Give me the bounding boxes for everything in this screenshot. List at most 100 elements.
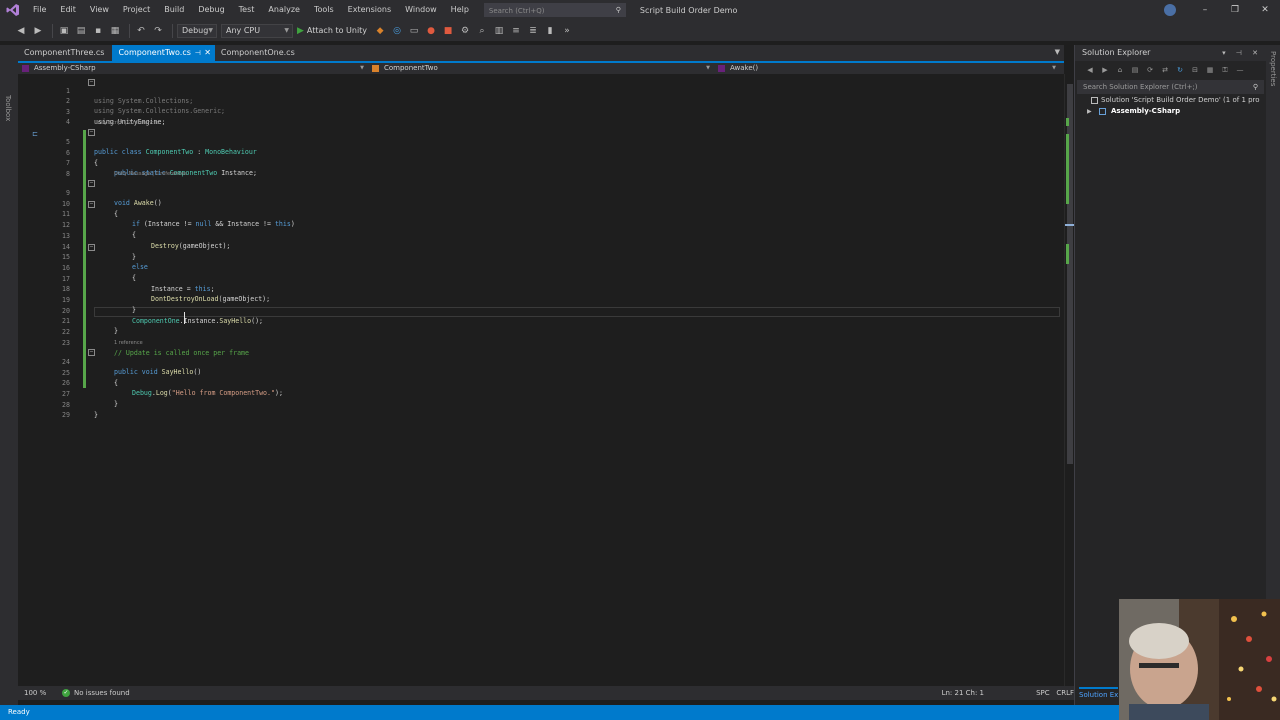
- tab-component-one[interactable]: ComponentOne.cs: [215, 45, 303, 61]
- solution-node-label: Solution 'Script Build Order Demo' (1 of…: [1101, 96, 1260, 104]
- menu-debug[interactable]: Debug: [191, 0, 231, 20]
- hot-reload-icon[interactable]: ◎: [390, 24, 404, 38]
- menu-help[interactable]: Help: [444, 0, 476, 20]
- member-dropdown[interactable]: Awake() ▼: [714, 63, 1060, 74]
- menu-extensions[interactable]: Extensions: [341, 0, 398, 20]
- overflow-icon[interactable]: »: [560, 24, 574, 38]
- whitespace-mode[interactable]: SPC CRLF: [1036, 689, 1074, 697]
- tab-component-two[interactable]: ComponentTwo.cs ⊣ ✕: [112, 45, 215, 61]
- find-icon[interactable]: ⌕: [475, 24, 489, 38]
- preview-icon[interactable]: —: [1235, 63, 1245, 77]
- save-icon[interactable]: ▪: [91, 24, 105, 38]
- menu-edit[interactable]: Edit: [53, 0, 83, 20]
- panel-controls[interactable]: ▾ ⊣ ✕: [1222, 45, 1262, 61]
- tab-overflow-icon[interactable]: ▼: [1055, 48, 1060, 56]
- editor-scrollbar[interactable]: [1064, 74, 1075, 686]
- line-ending-label: CRLF: [1056, 689, 1074, 697]
- code-line: 11 if (Instance != null && Instance != t…: [18, 199, 1058, 228]
- diagnostics-icon[interactable]: ⚙: [458, 24, 472, 38]
- solution-node[interactable]: Solution 'Script Build Order Demo' (1 of…: [1075, 95, 1266, 106]
- show-all-files-icon[interactable]: ▦: [1205, 63, 1215, 77]
- cursor-position[interactable]: Ln: 21 Ch: 1: [942, 689, 984, 697]
- toolbox-tab[interactable]: Toolbox: [4, 95, 12, 121]
- bookmark-icon[interactable]: ▮: [543, 24, 557, 38]
- toolbar-divider: [52, 23, 53, 38]
- collapse-all-icon[interactable]: ⊟: [1190, 63, 1200, 77]
- unity-icon[interactable]: ◆: [373, 24, 387, 38]
- solution-explorer-tab[interactable]: Solution Ex: [1079, 687, 1119, 699]
- code-line: 6 {: [18, 138, 1058, 167]
- tab-label: ComponentThree.cs: [24, 48, 105, 57]
- code-map-icon[interactable]: ▥: [492, 24, 506, 38]
- code-lens[interactable]: Unity Script | 2 references: [94, 119, 159, 127]
- issues-indicator[interactable]: ✓ No issues found: [62, 689, 130, 697]
- change-mark: [1066, 118, 1069, 126]
- zoom-level[interactable]: 100 %: [18, 689, 58, 697]
- open-icon[interactable]: ▤: [74, 24, 88, 38]
- configuration-value: Debug: [182, 25, 209, 35]
- code-editor[interactable]: ⊏ − − − − − − 1 using System.Collections…: [18, 74, 1064, 686]
- record-icon[interactable]: ■: [441, 24, 455, 38]
- account-icon[interactable]: [1164, 4, 1176, 16]
- sync-icon[interactable]: ⇄: [1160, 63, 1170, 77]
- new-project-icon[interactable]: ▣: [57, 24, 71, 38]
- code-text: }: [94, 411, 98, 419]
- close-tab-icon[interactable]: ✕: [204, 45, 211, 61]
- project-node[interactable]: ▶ Assembly-CSharp: [1075, 106, 1266, 117]
- close-icon[interactable]: ✕: [1250, 0, 1280, 20]
- forward-icon[interactable]: ▶: [1100, 63, 1110, 77]
- menu-window[interactable]: Window: [398, 0, 444, 20]
- code-lens[interactable]: Unity Message | 0 references: [114, 170, 187, 178]
- visual-studio-logo-icon[interactable]: [0, 0, 26, 20]
- minimize-icon[interactable]: –: [1190, 0, 1220, 20]
- restore-icon[interactable]: ❐: [1220, 0, 1250, 20]
- properties-icon[interactable]: ⚿: [1220, 63, 1230, 77]
- pin-icon[interactable]: ⊣: [195, 45, 201, 61]
- tab-label: ComponentOne.cs: [220, 48, 295, 57]
- solution-explorer-title-bar: Solution Explorer ▾ ⊣ ✕: [1075, 45, 1266, 61]
- platform-dropdown[interactable]: Any CPU ▼: [221, 23, 293, 38]
- menu-test[interactable]: Test: [232, 0, 262, 20]
- comment-icon[interactable]: ≡: [509, 24, 523, 38]
- breakpoint-icon[interactable]: ●: [424, 24, 438, 38]
- search-placeholder: Search (Ctrl+Q): [488, 7, 545, 15]
- solution-explorer-toolbar: ◀ ▶ ⌂ ▤ ⟳ ⇄ ↻ ⊟ ▦ ⚿ —: [1075, 61, 1266, 79]
- text-cursor-icon: [184, 312, 185, 324]
- code-line: 19 }: [18, 285, 1058, 314]
- screenshot-icon[interactable]: ▭: [407, 24, 421, 38]
- window-title: Script Build Order Demo: [639, 5, 738, 15]
- menu-file[interactable]: File: [26, 0, 53, 20]
- forward-icon[interactable]: ▶: [31, 24, 45, 38]
- menu-bar: File Edit View Project Build Debug Test …: [0, 0, 1280, 20]
- save-all-icon[interactable]: ▦: [108, 24, 122, 38]
- back-icon[interactable]: ◀: [14, 24, 28, 38]
- properties-tab[interactable]: Properties: [1269, 51, 1277, 86]
- method-icon: [718, 65, 725, 72]
- code-line: 15 else: [18, 242, 1058, 271]
- tab-component-three[interactable]: ComponentThree.cs: [18, 45, 112, 61]
- code-lens[interactable]: 1 reference: [114, 339, 143, 347]
- home-icon[interactable]: ⌂: [1115, 63, 1125, 77]
- expand-icon[interactable]: ▶: [1087, 106, 1092, 117]
- menu-build[interactable]: Build: [157, 0, 191, 20]
- pending-changes-icon[interactable]: ⟳: [1145, 63, 1155, 77]
- project-dropdown[interactable]: Assembly-CSharp ▼: [18, 63, 368, 74]
- class-dropdown[interactable]: ComponentTwo ▼: [368, 63, 714, 74]
- search-input[interactable]: Search (Ctrl+Q) ⚲: [483, 3, 626, 17]
- class-dropdown-label: ComponentTwo: [384, 64, 438, 72]
- code-line: 25 {: [18, 358, 1058, 387]
- menu-analyze[interactable]: Analyze: [261, 0, 307, 20]
- solution-search-input[interactable]: Search Solution Explorer (Ctrl+;) ⚲: [1077, 80, 1264, 94]
- refresh-icon[interactable]: ↻: [1175, 63, 1185, 77]
- uncomment-icon[interactable]: ≣: [526, 24, 540, 38]
- attach-to-unity-button[interactable]: ▶ Attach to Unity: [297, 26, 367, 36]
- menu-tools[interactable]: Tools: [307, 0, 341, 20]
- back-icon[interactable]: ◀: [1085, 63, 1095, 77]
- configuration-dropdown[interactable]: Debug ▼: [177, 23, 217, 38]
- menu-view[interactable]: View: [83, 0, 116, 20]
- redo-icon[interactable]: ↷: [151, 24, 165, 38]
- menu-project[interactable]: Project: [116, 0, 157, 20]
- navigation-bar: Assembly-CSharp ▼ ComponentTwo ▼ Awake()…: [18, 63, 1064, 74]
- switch-views-icon[interactable]: ▤: [1130, 63, 1140, 77]
- undo-icon[interactable]: ↶: [134, 24, 148, 38]
